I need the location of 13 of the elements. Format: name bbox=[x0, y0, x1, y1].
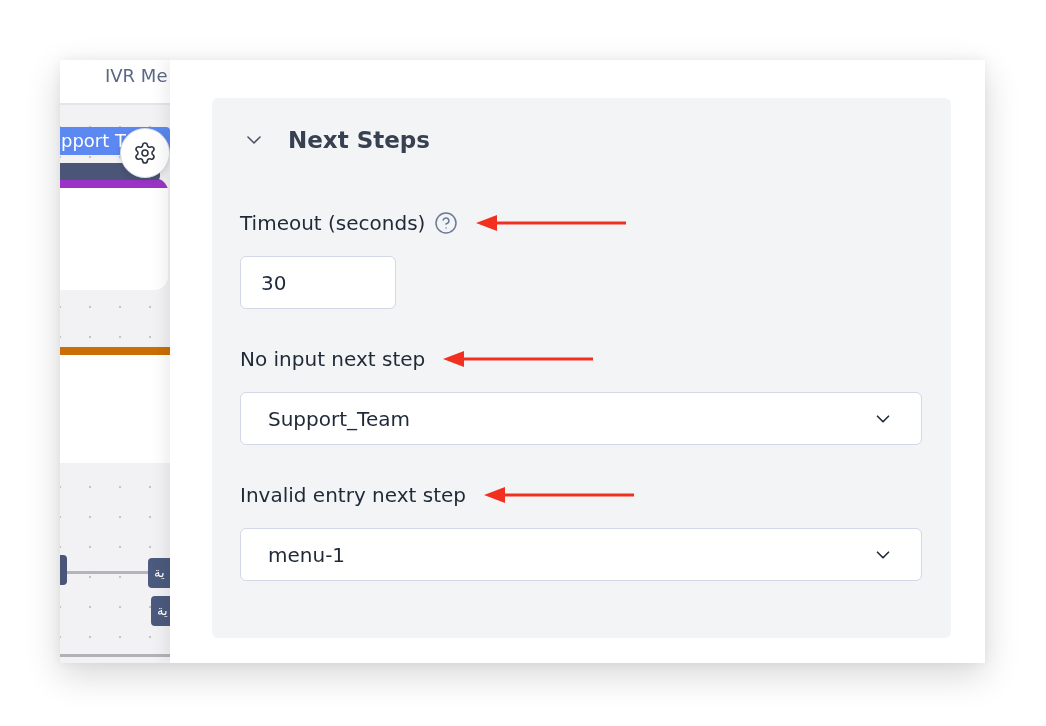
dropdown-select[interactable]: Support_Team bbox=[240, 392, 922, 445]
help-icon[interactable] bbox=[434, 211, 459, 235]
dropdown-select[interactable]: menu-1 bbox=[240, 528, 922, 581]
field-label: No input next step bbox=[240, 346, 426, 373]
canvas-tab[interactable]: IVR Me bbox=[105, 64, 168, 88]
field-label: Timeout (seconds) bbox=[240, 210, 426, 237]
branch-label: ية bbox=[151, 596, 170, 626]
section-title: Next Steps bbox=[288, 126, 430, 155]
settings-icon bbox=[133, 141, 157, 165]
number-input[interactable]: 30 bbox=[240, 256, 396, 309]
field-label: Invalid entry next step bbox=[240, 482, 466, 509]
node-port bbox=[60, 555, 67, 585]
branch-label: ية bbox=[148, 558, 170, 588]
